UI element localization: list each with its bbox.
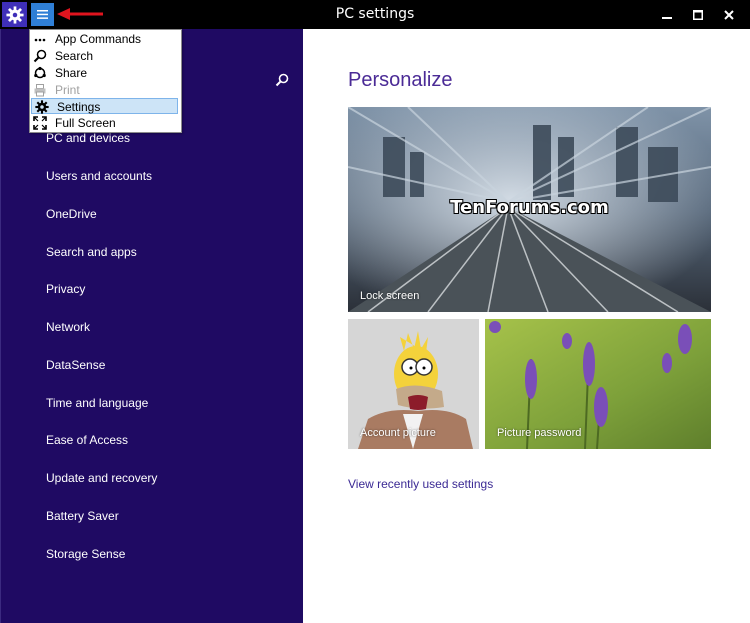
menu-item-label: Print (55, 83, 80, 97)
sidebar-item-search-and-apps[interactable]: Search and apps (46, 245, 137, 259)
window-title: PC settings (335, 6, 415, 22)
watermark-text: TenForums.com (450, 197, 609, 218)
gear-icon (5, 5, 24, 24)
sidebar-item-privacy[interactable]: Privacy (46, 282, 85, 296)
menu-item-app-commands[interactable]: App Commands (30, 31, 181, 47)
picture-password-label: Picture password (497, 427, 582, 439)
window-controls (651, 0, 744, 29)
sidebar-item-datasense[interactable]: DataSense (46, 358, 105, 372)
sidebar-item-network[interactable]: Network (46, 320, 90, 334)
view-recent-settings-link[interactable]: View recently used settings (348, 477, 493, 491)
menu-item-label: Share (55, 66, 88, 80)
app-menu-button[interactable] (31, 3, 54, 26)
close-button[interactable] (713, 0, 744, 29)
menu-item-label: Search (55, 49, 94, 63)
main-content: Personalize TenForums.com Lock screen Ac… (303, 29, 750, 623)
minimize-button[interactable] (651, 0, 682, 29)
title-bar: PC settings (0, 0, 750, 29)
menu-item-print: Print (30, 82, 181, 98)
maximize-icon (692, 9, 703, 20)
maximize-button[interactable] (682, 0, 713, 29)
menu-item-label: Full Screen (55, 116, 116, 130)
sidebar-item-onedrive[interactable]: OneDrive (46, 207, 97, 221)
fullscreen-icon (33, 116, 47, 130)
menu-item-label: Settings (57, 100, 101, 114)
lock-screen-label: Lock screen (360, 290, 420, 302)
gear-icon (35, 100, 49, 114)
print-icon (34, 84, 46, 97)
menu-item-share[interactable]: Share (30, 65, 181, 81)
search-icon[interactable] (275, 73, 289, 87)
account-picture-label: Account picture (360, 427, 436, 439)
sidebar-item-storage-sense[interactable]: Storage Sense (46, 547, 125, 561)
search-icon (33, 49, 47, 63)
menu-item-full-screen[interactable]: Full Screen (30, 115, 181, 131)
sidebar-item-users-and-accounts[interactable]: Users and accounts (46, 169, 152, 183)
menu-item-settings[interactable]: Settings (31, 98, 178, 114)
app-icon[interactable] (2, 2, 27, 27)
picture-password-tile[interactable]: Picture password (485, 319, 711, 449)
menu-item-search[interactable]: Search (30, 48, 181, 64)
share-icon (34, 66, 46, 79)
sidebar-item-ease-of-access[interactable]: Ease of Access (46, 433, 128, 447)
hamburger-icon (37, 10, 48, 19)
ellipsis-icon (34, 38, 46, 42)
close-icon (723, 9, 734, 20)
sidebar-item-battery-saver[interactable]: Battery Saver (46, 509, 119, 523)
sidebar-item-update-and-recovery[interactable]: Update and recovery (46, 471, 157, 485)
app-menu-dropdown: App Commands Search Share Print Settings… (29, 29, 182, 133)
red-arrow-annotation (57, 8, 103, 20)
sidebar-item-time-and-language[interactable]: Time and language (46, 396, 148, 410)
lock-screen-tile[interactable]: TenForums.com Lock screen (348, 107, 711, 312)
minimize-icon (661, 16, 672, 19)
page-title: Personalize (348, 69, 453, 91)
account-picture-tile[interactable]: Account picture (348, 319, 479, 449)
sidebar-item-pc-and-devices[interactable]: PC and devices (46, 131, 130, 145)
menu-item-label: App Commands (55, 32, 142, 46)
